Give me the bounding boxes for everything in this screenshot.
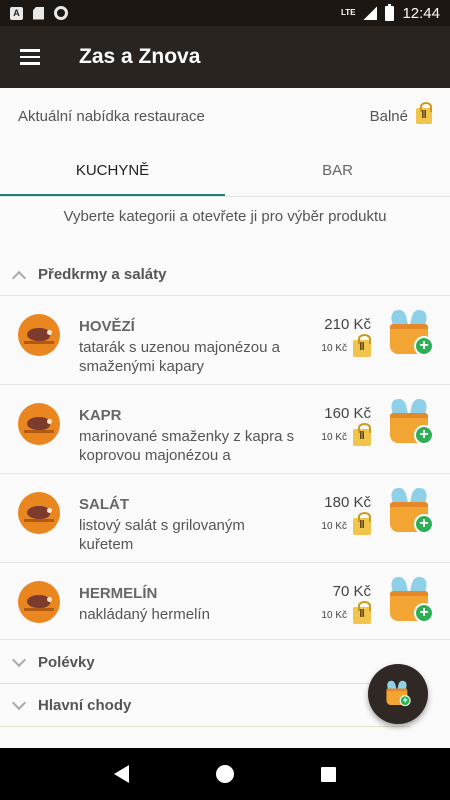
add-to-basket-button[interactable]: +	[388, 310, 434, 358]
basket-add-icon: +	[385, 681, 411, 707]
item-description: marinované smaženky z kapra s koprovou m…	[79, 428, 295, 464]
basket-add-icon: +	[388, 488, 434, 536]
category-label: Polévky	[38, 653, 95, 671]
packaging-price-label: 10 Kč	[321, 432, 347, 443]
battery-icon	[385, 3, 395, 21]
sd-card-icon	[33, 6, 44, 20]
back-icon[interactable]	[113, 765, 129, 783]
basket-add-icon: +	[388, 399, 434, 447]
chevron-down-icon	[11, 652, 27, 667]
status-bar: A LTE 12:44	[0, 0, 450, 26]
basket-add-icon: +	[388, 577, 434, 625]
location-selector[interactable]: Balné	[369, 102, 432, 125]
basket-add-icon: +	[388, 310, 434, 358]
cart-fab-button[interactable]: +	[368, 664, 428, 724]
takeaway-bag-icon	[353, 601, 371, 624]
chevron-up-icon	[11, 270, 27, 285]
item-name: KAPR	[79, 407, 122, 424]
meat-dish-icon	[18, 403, 60, 445]
list-item[interactable]: HERMELÍN nakládaný hermelín 70 Kč 10 Kč …	[0, 563, 450, 640]
app-bar: Zas a Znova	[0, 26, 450, 88]
takeaway-bag-icon	[353, 334, 371, 357]
list-item[interactable]: SALÁT listový salát s grilovaným kuřetem…	[0, 474, 450, 563]
add-to-basket-button[interactable]: +	[388, 488, 434, 536]
add-to-basket-button[interactable]: +	[388, 577, 434, 625]
packaging-price: 10 Kč	[321, 334, 371, 357]
hint-text: Vyberte kategorii a otevřete ji pro výbě…	[63, 208, 387, 225]
list-item[interactable]: KAPR marinované smaženky z kapra s kopro…	[0, 385, 450, 474]
signal-icon	[363, 6, 378, 20]
tab-bar: KUCHYNĚ BAR	[0, 144, 450, 196]
circle-icon	[54, 6, 68, 20]
category-label: Hlavní chody	[38, 696, 132, 714]
meat-dish-icon	[18, 314, 60, 356]
status-time: 12:44	[402, 4, 440, 22]
packaging-price: 10 Kč	[321, 601, 371, 624]
packaging-price-label: 10 Kč	[321, 343, 347, 354]
item-description: nakládaný hermelín	[79, 606, 210, 623]
item-price: 70 Kč	[332, 583, 371, 600]
meat-dish-icon	[18, 581, 60, 623]
item-name: HERMELÍN	[79, 585, 158, 602]
category-label: Předkrmy a saláty	[38, 266, 167, 283]
packaging-price: 10 Kč	[321, 423, 371, 446]
category-divider	[0, 726, 410, 727]
add-to-basket-button[interactable]: +	[388, 399, 434, 447]
product-list: HOVĚZÍ tatarák s uzenou majonézou a smaž…	[0, 296, 450, 640]
list-item[interactable]: HOVĚZÍ tatarák s uzenou majonézou a smaž…	[0, 296, 450, 385]
item-name: HOVĚZÍ	[79, 318, 135, 335]
restaurant-header: Aktuální nabídka restaurace Balné	[0, 88, 450, 144]
header-subtitle: Aktuální nabídka restaurace	[18, 107, 205, 125]
location-label: Balné	[369, 107, 408, 125]
tabs-divider	[0, 196, 450, 197]
item-price: 210 Kč	[324, 316, 371, 333]
packaging-price-label: 10 Kč	[321, 610, 347, 621]
tab-kuchyne[interactable]: KUCHYNĚ	[0, 144, 225, 196]
takeaway-bag-icon	[353, 423, 371, 446]
meat-dish-icon	[18, 492, 60, 534]
recent-apps-icon[interactable]	[321, 766, 337, 782]
item-price: 180 Kč	[324, 494, 371, 511]
item-description: tatarák s uzenou majonézou a smaženými k…	[79, 339, 280, 375]
notification-a-icon: A	[10, 6, 23, 20]
takeaway-bag-icon	[353, 512, 371, 535]
packaging-price: 10 Kč	[321, 512, 371, 535]
home-icon[interactable]	[215, 765, 234, 783]
category-predkrmy[interactable]: Předkrmy a saláty	[0, 254, 450, 296]
packaging-price-label: 10 Kč	[321, 521, 347, 532]
app-title: Zas a Znova	[79, 45, 201, 68]
item-name: SALÁT	[79, 496, 129, 513]
lte-label: LTE	[340, 8, 356, 17]
system-nav-bar	[0, 748, 450, 800]
tab-bar-drinks[interactable]: BAR	[225, 144, 450, 196]
item-price: 160 Kč	[324, 405, 371, 422]
takeaway-bag-icon	[416, 102, 432, 124]
hamburger-menu-icon[interactable]	[0, 26, 60, 88]
item-description: listový salát s grilovaným kuřetem	[79, 517, 245, 553]
chevron-down-icon	[11, 695, 27, 710]
